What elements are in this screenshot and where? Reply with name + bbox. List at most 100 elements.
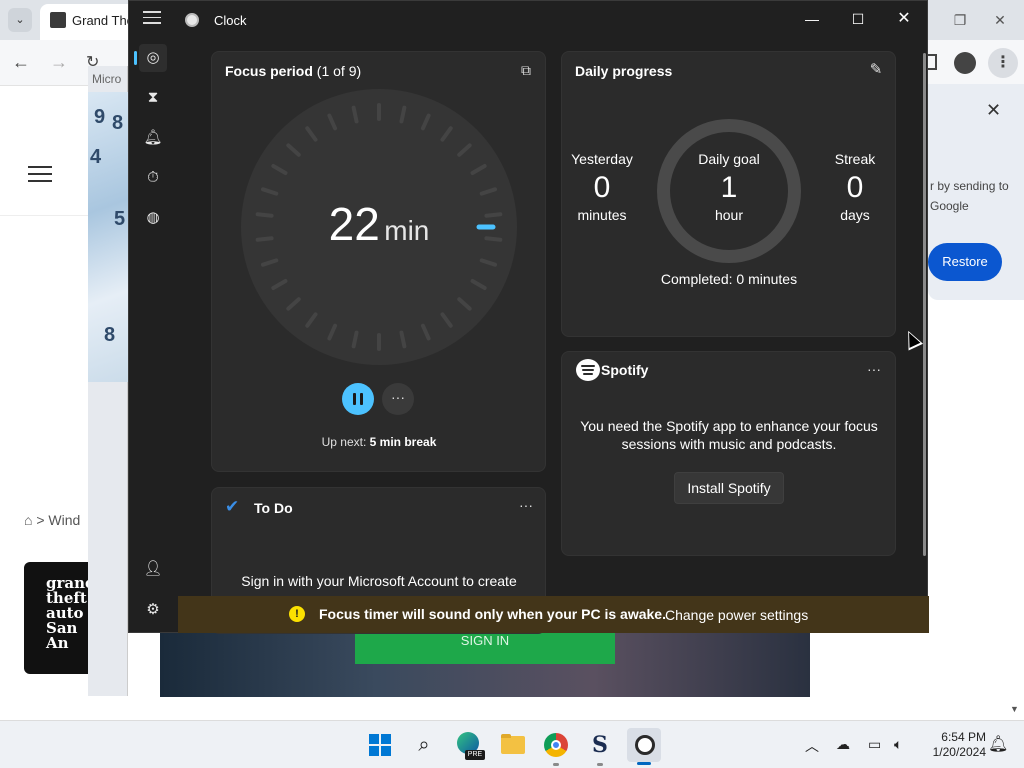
- daily-goal-label: Daily goal: [698, 151, 760, 167]
- compact-overlay-icon[interactable]: ⧉: [517, 61, 535, 79]
- dial-tick: [470, 164, 487, 175]
- edge-preview-badge: PRE: [465, 750, 485, 760]
- todo-message: Sign in with your Microsoft Account to c…: [241, 573, 517, 589]
- dial-tick: [260, 187, 279, 196]
- file-explorer-icon[interactable]: [495, 728, 529, 762]
- edit-pencil-icon[interactable]: ✎: [867, 61, 885, 79]
- popup-text: r by sending to Google: [930, 179, 1009, 213]
- start-windows-icon[interactable]: [363, 728, 397, 762]
- dial-tick: [271, 164, 288, 175]
- dial-tick: [286, 297, 301, 311]
- profile-avatar-icon[interactable]: [954, 52, 976, 74]
- clock-active-indicator: [637, 762, 651, 765]
- dial-tick: [271, 279, 288, 290]
- background-window-title: Micro: [92, 72, 122, 86]
- volume-muted-icon[interactable]: 🔈︎: [894, 736, 902, 753]
- dial-tick: [420, 113, 431, 131]
- world-clock-icon[interactable]: ◍: [139, 204, 167, 232]
- timer-display: 22 min: [279, 197, 479, 251]
- completed-minutes: Completed: 0 minutes: [660, 271, 798, 287]
- change-power-settings-link[interactable]: Change power settings: [665, 607, 808, 623]
- clock-app-icon: [185, 13, 199, 27]
- search-icon[interactable]: ⌕: [407, 728, 441, 762]
- tab-search-icon[interactable]: ⌄: [8, 8, 32, 32]
- sudoku-image: 98 45 8: [88, 92, 128, 382]
- restore-button[interactable]: Restore: [928, 243, 1002, 281]
- back-arrow-icon[interactable]: ←: [12, 52, 30, 73]
- scrollbar[interactable]: [923, 53, 926, 556]
- forward-arrow-icon[interactable]: →: [50, 52, 68, 73]
- sign-in-button[interactable]: SIGN IN: [355, 632, 615, 664]
- todo-checkmark-icon: ✔: [225, 497, 240, 516]
- up-next-value: 5 min break: [369, 435, 437, 449]
- yesterday-unit: minutes: [577, 207, 627, 223]
- install-spotify-button[interactable]: Install Spotify: [674, 472, 784, 504]
- dial-tick: [351, 330, 359, 349]
- breadcrumb-text: > Wind: [36, 512, 81, 528]
- network-icon[interactable]: ▭: [868, 736, 881, 753]
- focus-sessions-icon[interactable]: ◎: [139, 44, 167, 72]
- taskbar-clock[interactable]: 6:54 PM 1/20/2024: [922, 730, 986, 760]
- account-icon[interactable]: 👤︎: [139, 555, 167, 583]
- restore-icon[interactable]: ❐: [940, 8, 980, 32]
- spotify-more-icon[interactable]: ···: [867, 361, 881, 377]
- pause-button[interactable]: [342, 383, 374, 415]
- daily-goal-stat: Daily goal 1 hour: [681, 151, 777, 223]
- dial-tick: [484, 212, 503, 218]
- nav-menu-icon[interactable]: [143, 11, 161, 27]
- settings-gear-icon[interactable]: ⚙: [139, 596, 167, 624]
- stopwatch-icon[interactable]: ⏱︎: [139, 164, 167, 192]
- browser-tab-title: Grand The: [72, 13, 134, 28]
- s-app-running-indicator: [597, 763, 603, 766]
- alarm-icon[interactable]: 🔔︎: [139, 124, 167, 152]
- todo-more-icon[interactable]: ···: [519, 497, 533, 513]
- yesterday-stat: Yesterday 0 minutes: [554, 151, 650, 223]
- timer-unit: min: [384, 215, 430, 246]
- popup-close-icon[interactable]: ✕: [986, 100, 1001, 121]
- dial-tick: [457, 143, 472, 157]
- dial-tick: [420, 323, 431, 341]
- warning-icon: !: [289, 606, 305, 622]
- daily-progress-title: Daily progress: [575, 63, 673, 79]
- up-next-label: Up next: 5 min break: [279, 435, 479, 449]
- close-icon[interactable]: ✕: [881, 7, 927, 31]
- chrome-running-indicator: [553, 763, 559, 766]
- dial-tick: [440, 312, 453, 328]
- spotify-message: You need the Spotify app to enhance your…: [580, 418, 878, 452]
- chrome-icon[interactable]: [539, 728, 573, 762]
- spotify-logo-icon: [576, 359, 600, 381]
- spotify-name: Spotify: [601, 362, 649, 378]
- home-icon[interactable]: ⌂: [24, 512, 32, 528]
- dial-tick: [479, 187, 498, 196]
- timer-icon[interactable]: ⧗: [139, 84, 167, 112]
- edge-browser-icon[interactable]: PRE: [451, 728, 485, 762]
- s-app-icon[interactable]: S: [583, 728, 617, 762]
- clock-window: Clock — ☐ ✕ ◎ ⧗ 🔔︎ ⏱︎ ◍ 👤︎ ⚙ Focus perio…: [128, 0, 929, 634]
- warning-text: Focus timer will sound only when your PC…: [319, 606, 666, 622]
- daily-goal-value: 1: [720, 171, 738, 204]
- taskbar-time: 6:54 PM: [941, 730, 986, 744]
- dial-tick: [255, 212, 274, 218]
- dial-tick: [305, 126, 318, 142]
- notification-bell-icon[interactable]: 🔔︎: [988, 734, 1008, 754]
- close-icon[interactable]: ✕: [980, 8, 1020, 32]
- focus-title-text: Focus period: [225, 63, 313, 79]
- scroll-down-icon[interactable]: ▼: [1010, 704, 1019, 714]
- breadcrumb[interactable]: ⌂ > Wind: [24, 512, 80, 528]
- maximize-icon[interactable]: ☐: [835, 7, 881, 31]
- dial-tick: [255, 236, 274, 242]
- game-thumbnail[interactable]: grand theft auto San An: [24, 562, 90, 674]
- browser-window-controls[interactable]: ❐ ✕: [940, 8, 1020, 32]
- dial-tick: [484, 236, 503, 242]
- window-title: Clock: [214, 13, 247, 28]
- show-hidden-icons-chevron-icon[interactable]: ︿: [805, 736, 819, 756]
- dial-tick: [286, 143, 301, 157]
- taskbar-date: 1/20/2024: [932, 745, 986, 759]
- focus-more-button[interactable]: ···: [382, 383, 414, 415]
- onedrive-cloud-icon[interactable]: ☁: [836, 736, 850, 753]
- minimize-icon[interactable]: —: [789, 7, 835, 31]
- browser-menu-icon[interactable]: ⋮: [988, 48, 1018, 78]
- pause-icon: [353, 393, 356, 405]
- clock-taskbar-icon[interactable]: [627, 728, 661, 762]
- page-menu-icon[interactable]: [28, 166, 52, 184]
